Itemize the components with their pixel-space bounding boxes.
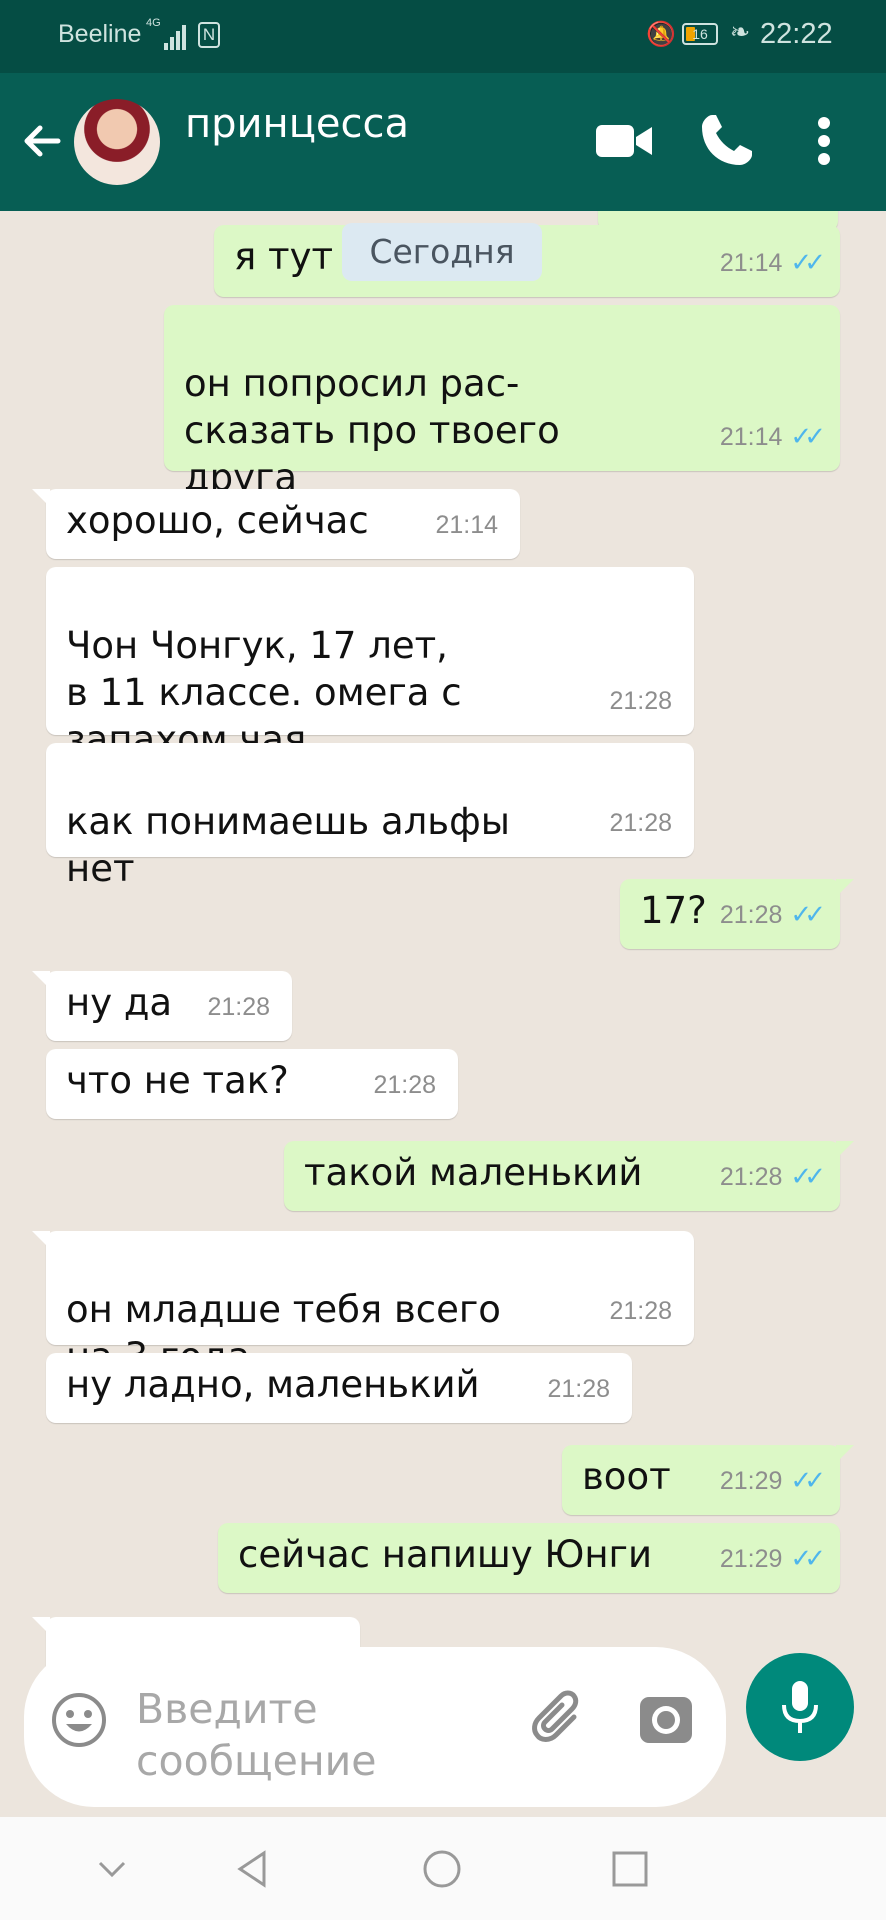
message-text: что не так? (66, 1059, 289, 1102)
message-text: ну да (66, 981, 173, 1024)
message-meta: 21:14 ✓✓ (719, 413, 826, 461)
message-incoming[interactable]: хорошо, сейчас 21:14 (32, 489, 520, 559)
message-outgoing[interactable]: воот 21:29 ✓✓ (562, 1445, 854, 1515)
read-ticks-icon: ✓✓ (790, 899, 825, 929)
date-divider: Сегодня (342, 223, 542, 281)
phone-icon[interactable] (694, 109, 758, 173)
message-text: Чон Чонгук, 17 лет, в 11 классе. омега с… (66, 624, 462, 761)
message-time: 21:28 (373, 1071, 436, 1099)
message-text: ну ладно, маленький (66, 1363, 480, 1406)
read-ticks-icon: ✓✓ (790, 247, 825, 277)
message-time: 21:29 (719, 1467, 783, 1495)
emoji-icon[interactable] (50, 1691, 108, 1749)
message-text: такой маленький (304, 1151, 643, 1194)
message-outgoing[interactable]: сейчас напишу Юнги 21:29 ✓✓ (218, 1523, 840, 1593)
message-time: 21:14 (719, 249, 783, 277)
message-outgoing[interactable]: такой маленький 21:28 ✓✓ (284, 1141, 854, 1211)
message-time: 21:28 (547, 1375, 610, 1403)
message-time: 21:28 (207, 993, 270, 1021)
message-placeholder: Введите сообщение (136, 1685, 377, 1785)
status-time: 22:22 (760, 18, 833, 50)
more-vertical-icon[interactable] (800, 109, 848, 173)
message-text: хорошо, сейчас (66, 499, 369, 542)
message-time: 21:28 (609, 809, 672, 837)
contact-name[interactable]: принцесса (185, 101, 409, 147)
message-text: как понимаешь альфы нет (66, 800, 510, 890)
message-time: 21:28 (609, 1297, 672, 1325)
message-incoming[interactable]: он младше тебя всего на 3 года 21:28 (32, 1231, 694, 1378)
message-incoming[interactable]: ну ладно, маленький 21:28 (46, 1353, 632, 1423)
camera-icon[interactable] (636, 1689, 696, 1749)
message-meta: 21:28 ✓✓ (719, 891, 826, 939)
read-ticks-icon: ✓✓ (790, 1465, 825, 1495)
home-circle-icon[interactable] (418, 1845, 466, 1893)
message-incoming[interactable]: ну да 21:28 (32, 971, 292, 1041)
message-meta: 21:28 ✓✓ (719, 1153, 826, 1201)
message-incoming[interactable]: что не так? 21:28 (46, 1049, 458, 1119)
recents-square-icon[interactable] (606, 1845, 654, 1893)
message-text: 17? (640, 889, 707, 932)
message-time: 21:28 (609, 687, 672, 715)
system-navigation-bar (0, 1817, 886, 1920)
battery-level: 16 (692, 26, 708, 42)
mute-icon: 🔕 (646, 21, 676, 48)
message-text: воот (582, 1455, 671, 1498)
message-meta: 21:29 ✓✓ (719, 1535, 826, 1583)
message-time: 21:28 (719, 1163, 783, 1191)
chat-area[interactable]: я тут написал 21:14✓✓ Сегодня он попроси… (0, 211, 886, 1817)
status-bar: Beeline 4G N 🔕 16 ❧ 22:22 (0, 0, 886, 73)
message-text: сейчас напишу Юнги (238, 1533, 653, 1576)
message-time: 21:14 (435, 511, 498, 539)
signal-icon (164, 22, 188, 50)
battery-icon: 16 (682, 23, 718, 45)
message-incoming[interactable]: как понимаешь альфы нет 21:28 (46, 743, 694, 890)
message-incoming[interactable]: Чон Чонгук, 17 лет, в 11 классе. омега с… (46, 567, 694, 761)
message-input[interactable]: Введите сообщение (24, 1647, 726, 1807)
read-ticks-icon: ✓✓ (790, 421, 825, 451)
network-type: 4G (146, 17, 161, 29)
microphone-button[interactable] (746, 1653, 854, 1761)
nfc-icon: N (198, 22, 220, 48)
avatar[interactable] (74, 99, 160, 185)
message-outgoing[interactable]: 17? 21:28 ✓✓ (620, 879, 854, 949)
message-text: он попросил рас- сказать про твоего друг… (184, 362, 560, 499)
message-time: 21:14 (719, 423, 783, 451)
back-triangle-icon[interactable] (228, 1845, 276, 1893)
leaf-icon: ❧ (730, 19, 751, 46)
composer: Введите сообщение (0, 1617, 886, 1817)
message-time: 21:29 (719, 1545, 783, 1573)
carrier-name: Beeline (58, 20, 142, 48)
read-ticks-icon: ✓✓ (790, 1543, 825, 1573)
video-camera-icon[interactable] (592, 109, 656, 173)
microphone-icon (782, 1681, 818, 1733)
paperclip-icon[interactable] (528, 1687, 592, 1751)
message-meta: 21:14 ✓✓ (719, 239, 826, 287)
chat-header: принцесса (0, 73, 886, 211)
message-outgoing[interactable]: он попросил рас- сказать про твоего друг… (164, 305, 840, 499)
message-meta: 21:29 ✓✓ (719, 1457, 826, 1505)
chevron-down-icon[interactable] (88, 1845, 136, 1893)
message-time: 21:28 (719, 901, 783, 929)
back-arrow-icon[interactable] (18, 117, 66, 165)
read-ticks-icon: ✓✓ (790, 1161, 825, 1191)
